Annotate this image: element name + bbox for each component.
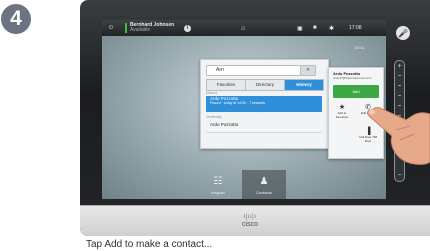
detail-contact-address: Ardo.P@therendezvous.com (333, 76, 372, 80)
list-item[interactable]: Ardo Pozzotto (206, 122, 322, 133)
camera-icon[interactable]: ■ (313, 20, 317, 36)
section-label-missed: Missed (206, 91, 218, 95)
contact-name: Ardo Pozzotto (210, 122, 239, 127)
list-item[interactable]: Ardo Pozzotto Placed · today at 14:30 · … (206, 96, 322, 112)
home-icon[interactable]: ⌂ (241, 20, 245, 36)
action-label: Add to Favorites (335, 111, 349, 119)
instruction-caption: Tap Add to make a contact... (86, 239, 213, 250)
dock-label: Contacts (256, 190, 272, 195)
contact-detail: Placed · today at 14:30 · 7 seconds (210, 101, 266, 105)
device-bezel-bottom: ı|ıı|ı cisco (80, 205, 430, 236)
tab-directory[interactable]: Directory (246, 80, 285, 90)
mute-microphone-button[interactable]: 🎤 (396, 26, 410, 40)
dock-label: Keypad (211, 190, 225, 195)
call-timer: 00:11 (355, 45, 365, 50)
person-icon: ♟ (259, 176, 269, 187)
minus-icon: − (397, 172, 402, 179)
power-icon[interactable]: ⏻ (109, 20, 113, 36)
contacts-tabs: Favorites Directory History (206, 79, 324, 91)
keypad-button[interactable]: ☷ Keypad (196, 170, 240, 199)
plus-icon: + (397, 63, 402, 70)
clear-search-button[interactable]: ✕ (300, 65, 316, 76)
contacts-button[interactable]: ♟ Contacts (242, 170, 286, 199)
info-icon[interactable]: i (184, 20, 191, 36)
add-to-favorites-button[interactable]: ★ Add to Favorites (332, 104, 352, 119)
user-status: Available (130, 27, 151, 33)
tab-history[interactable]: History (285, 80, 323, 90)
user-info[interactable]: Bernhard Johnsen Available (130, 20, 174, 36)
slider-tick (398, 85, 401, 86)
slider-tick (398, 75, 401, 76)
status-indicator (125, 23, 127, 33)
hand-pointer-icon (367, 107, 430, 165)
contacts-panel: ⌕ Arn ✕ Favorites Directory History Miss… (200, 59, 329, 149)
device-screen: ⏻ Bernhard Johnsen Available i ⌂ ▣ ■ ✱ 1… (102, 20, 386, 199)
clock-time: 17:08 (349, 25, 362, 31)
keypad-icon: ☷ (213, 176, 223, 187)
cisco-bars-icon: ı|ıı|ı (243, 214, 257, 220)
step-number-badge: 4 (1, 4, 31, 34)
cisco-logo: ı|ıı|ı cisco (230, 214, 270, 228)
star-icon: ★ (338, 104, 346, 111)
search-input[interactable]: Arn (206, 65, 301, 76)
bottom-dock: ☷ Keypad ♟ Contacts (196, 170, 292, 199)
settings-icon[interactable]: ✱ (329, 20, 334, 36)
section-label-yesterday: Yesterday (206, 115, 222, 119)
search-value: Arn (216, 67, 224, 73)
top-status-bar: ⏻ Bernhard Johnsen Available i ⌂ ▣ ■ ✱ 1… (102, 20, 386, 36)
cisco-logo-text: cisco (242, 221, 258, 228)
selfview-icon[interactable]: ▣ (297, 20, 303, 36)
tab-favorites[interactable]: Favorites (207, 80, 246, 90)
